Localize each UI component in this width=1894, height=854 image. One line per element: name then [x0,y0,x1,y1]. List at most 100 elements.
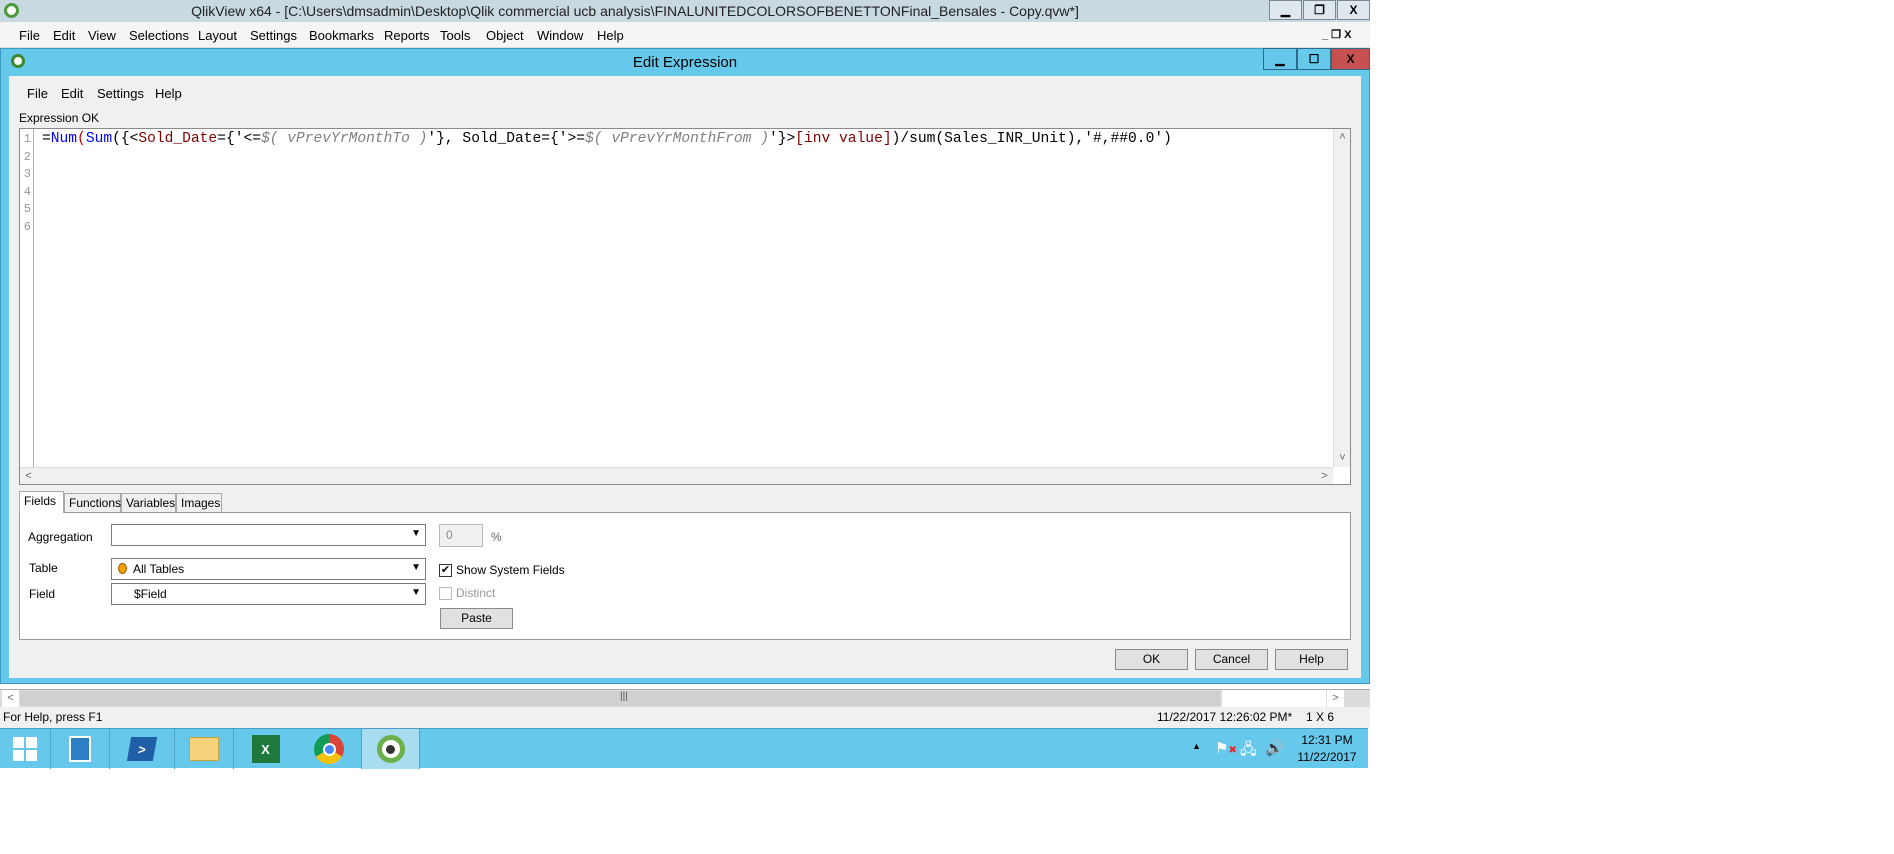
dialog-minimize-button[interactable]: ▁ [1263,48,1297,70]
ok-button[interactable]: OK [1115,649,1188,670]
scrollbar-track [1222,690,1326,707]
dialog-menu-edit[interactable]: Edit [61,86,83,101]
taskbar-server-manager[interactable] [51,729,110,769]
expression-editor[interactable]: 1 2 3 4 5 6 =Num(Sum({<Sold_Date={'<=$( … [19,128,1351,485]
code-token: $( vPrevYrMonthFrom ) [585,131,769,147]
scroll-up-icon[interactable]: ˄ [1334,129,1351,146]
taskbar-qlikview[interactable] [361,729,420,769]
scroll-down-icon[interactable]: ˅ [1334,450,1351,467]
tab-images[interactable]: Images [176,493,222,512]
tab-fields[interactable]: Fields [19,491,64,513]
line-number: 3 [23,167,31,181]
line-number: 1 [23,132,31,146]
help-button[interactable]: Help [1275,649,1348,670]
menu-tools[interactable]: Tools [440,28,470,43]
excel-icon: X [251,735,280,763]
menu-bookmarks[interactable]: Bookmarks [309,28,374,43]
show-hidden-icons-icon[interactable]: ▲ [1192,741,1201,751]
app-title-bar: QlikView x64 - [C:\Users\dmsadmin\Deskto… [0,0,1370,22]
expression-code[interactable]: =Num(Sum({<Sold_Date={'<=$( vPrevYrMonth… [42,131,1172,149]
app-title: QlikView x64 - [C:\Users\dmsadmin\Deskto… [191,3,1079,19]
action-center-flag-icon[interactable]: ⚑✖ [1215,739,1237,757]
scroll-right-icon[interactable]: > [1316,468,1333,485]
dialog-menu-file[interactable]: File [27,86,48,101]
menu-view[interactable]: View [88,28,116,43]
volume-icon[interactable]: 🔊 [1265,739,1284,757]
dialog-menu-help[interactable]: Help [155,86,182,101]
status-grid: 1 X 6 [1306,710,1335,724]
percent-input[interactable]: 0 [439,524,483,547]
start-button[interactable] [0,729,51,769]
main-horizontal-scrollbar[interactable]: < ||| > [0,689,1370,707]
restore-button[interactable]: ❐ [1303,0,1336,20]
edit-expression-dialog: Edit Expression ▁ ☐ X File Edit Settings… [0,48,1370,684]
scroll-right-icon[interactable]: > [1327,690,1344,707]
aggregation-select[interactable]: ▼ [111,524,426,546]
tab-functions[interactable]: Functions [64,493,121,512]
cancel-button[interactable]: Cancel [1195,649,1268,670]
server-manager-icon [69,736,91,762]
menu-window[interactable]: Window [537,28,583,43]
close-button[interactable]: X [1337,0,1370,20]
menu-selections[interactable]: Selections [129,28,189,43]
table-dot-icon [118,563,127,574]
line-number: 4 [23,184,31,199]
line-number: 5 [23,202,31,216]
line-numbers: 1 2 3 4 5 6 [20,129,34,467]
chevron-down-icon: ▼ [411,562,421,573]
dialog-close-button[interactable]: X [1331,48,1370,70]
code-token: ={'<= [217,131,261,147]
code-token: Sum [85,131,113,147]
code-token: Num [50,131,78,147]
menu-file[interactable]: File [19,28,40,43]
line-number: 2 [23,149,31,164]
code-token: $( vPrevYrMonthTo ) [261,131,428,147]
code-token: [inv value] [795,131,892,147]
powershell-icon: > [126,737,158,761]
field-select[interactable]: $Field ▼ [111,583,426,605]
line-number: 6 [23,219,31,234]
field-value: $Field [134,587,167,601]
dialog-maximize-button[interactable]: ☐ [1297,48,1331,70]
status-bar: For Help, press F1 11/22/2017 12:26:02 P… [0,707,1370,728]
taskbar-file-explorer[interactable] [175,729,234,769]
table-select[interactable]: All Tables ▼ [111,558,426,580]
editor-vertical-scrollbar[interactable]: ˄ ˅ [1333,129,1350,467]
minimize-button[interactable]: ▁ [1269,0,1302,20]
menu-settings[interactable]: Settings [250,28,297,43]
mdi-window-controls[interactable]: _ ❐ X [1322,28,1351,41]
taskbar-chrome[interactable] [297,729,361,769]
scroll-left-icon[interactable]: < [2,690,19,707]
code-token: ({< [112,131,139,147]
menu-reports[interactable]: Reports [384,28,430,43]
dialog-menu-settings[interactable]: Settings [97,86,144,101]
table-label: Table [29,561,58,575]
windows-icon [13,737,37,761]
qlikview-icon [376,735,405,763]
menu-edit[interactable]: Edit [53,28,75,43]
scrollbar-thumb[interactable]: ||| [20,691,1220,706]
taskbar-excel[interactable]: X [234,729,297,769]
paste-button[interactable]: Paste [440,608,513,629]
tab-variables[interactable]: Variables [121,493,176,512]
table-value: All Tables [133,562,185,576]
menu-layout[interactable]: Layout [198,28,237,43]
app-menu-bar: File Edit View Selections Layout Setting… [0,22,1370,48]
editor-horizontal-scrollbar[interactable]: < > [20,467,1333,484]
distinct-checkbox[interactable] [439,587,452,600]
menu-help[interactable]: Help [597,28,624,43]
clock-time[interactable]: 12:31 PM [1296,733,1358,747]
scroll-left-icon[interactable]: < [20,468,37,485]
expression-status: Expression OK [19,111,100,125]
aggregation-label: Aggregation [28,530,93,544]
chevron-down-icon: ▼ [411,528,421,539]
taskbar-powershell[interactable]: > [110,729,175,769]
status-timestamp: 11/22/2017 12:26:02 PM* [1157,710,1293,724]
show-system-fields-checkbox[interactable]: ✔ [439,564,452,577]
network-icon[interactable]: 🖧 [1240,739,1257,764]
code-token: Sold_Date [138,131,218,147]
menu-object[interactable]: Object [486,28,524,43]
clock-date[interactable]: 11/22/2017 [1294,750,1360,764]
show-system-fields-label: Show System Fields [456,563,565,577]
code-token: '}, Sold_Date={'>= [427,131,586,147]
